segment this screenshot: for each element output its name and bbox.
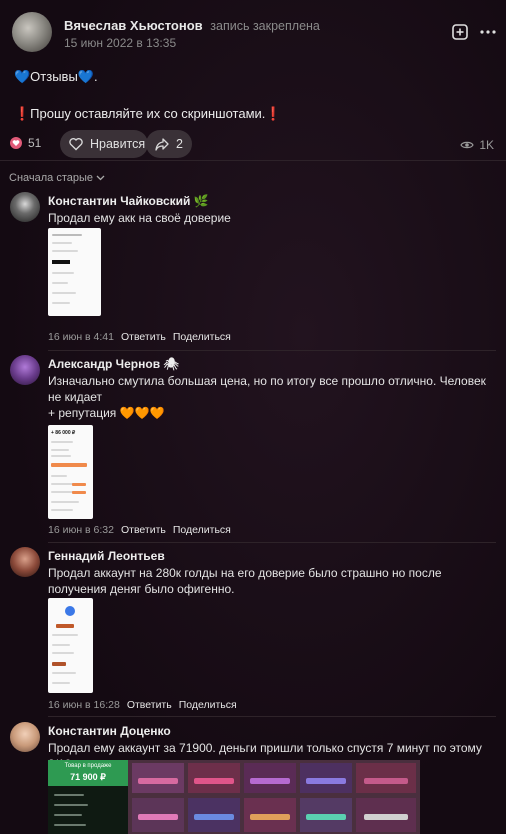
comment-meta: 16 июн в 4:41 Ответить Поделиться <box>48 331 231 343</box>
sort-label: Сначала старые <box>9 172 94 184</box>
comment-image[interactable]: + 86 000 ₽ <box>48 425 93 519</box>
heart-outline-icon <box>69 137 83 151</box>
author-avatar[interactable] <box>12 12 52 52</box>
post-header: Вячеслав Хьюстонов запись закреплена 15 … <box>12 12 496 52</box>
comment-time[interactable]: 16 июн в 16:28 <box>48 699 120 711</box>
commenter-name[interactable]: Александр Чернов 🕷 <box>48 357 179 371</box>
commenter-name[interactable]: Геннадий Леонтьев <box>48 549 165 563</box>
comment-time[interactable]: 16 июн в 6:32 <box>48 524 114 536</box>
comment-divider <box>48 542 496 543</box>
commenter-avatar[interactable] <box>10 547 40 577</box>
listing-title: Товар в продаже <box>64 763 112 769</box>
comment-image[interactable] <box>48 598 93 693</box>
views-counter: 1K <box>460 138 494 152</box>
like-button[interactable]: Нравится <box>60 130 148 158</box>
heart-icon <box>10 137 22 149</box>
share-button[interactable]: 2 <box>146 130 192 158</box>
post-text-line2: ❗Прошу оставляйте их со скриншотами.❗ <box>14 106 282 121</box>
add-square-icon[interactable] <box>450 22 470 42</box>
share-comment-button[interactable]: Поделиться <box>173 331 231 343</box>
reply-button[interactable]: Ответить <box>121 331 166 343</box>
share-icon <box>155 138 169 151</box>
views-count: 1K <box>479 138 494 152</box>
post-date[interactable]: 15 июн 2022 в 13:35 <box>64 36 176 50</box>
commenter-name[interactable]: Константин Доценко <box>48 724 171 738</box>
sort-dropdown[interactable]: Сначала старые <box>9 172 105 184</box>
post-text-line1: 💙Отзывы💙. <box>14 69 98 84</box>
comment: Геннадий Леонтьев Продал аккаунт на 280к… <box>10 547 496 711</box>
share-comment-button[interactable]: Поделиться <box>173 524 231 536</box>
comment-image-inventory[interactable] <box>128 760 420 834</box>
comment-divider <box>48 350 496 351</box>
commenter-avatar[interactable] <box>10 355 40 385</box>
reply-button[interactable]: Ответить <box>127 699 172 711</box>
comment-text-line1: Изначально смутила большая цена, но по и… <box>48 374 486 404</box>
post-actions: 51 Нравится 2 1K <box>8 130 498 160</box>
shares-count: 2 <box>176 137 183 151</box>
author-line: Вячеслав Хьюстонов запись закреплена <box>64 18 320 33</box>
comment: Константин Чайковский 🌿 Продал ему акк н… <box>10 192 496 344</box>
divider <box>0 160 506 161</box>
commenter-avatar[interactable] <box>10 192 40 222</box>
commenter-name[interactable]: Константин Чайковский 🌿 <box>48 194 209 208</box>
chevron-down-icon <box>96 175 105 181</box>
reply-button[interactable]: Ответить <box>121 524 166 536</box>
comment-image[interactable] <box>48 228 101 316</box>
like-label: Нравится <box>90 137 146 151</box>
eye-icon <box>460 141 475 149</box>
commenter-avatar[interactable] <box>10 722 40 752</box>
comment-text: Продал аккаунт на 280к голды на его дове… <box>48 566 442 596</box>
comment: Константин Доценко Продал ему аккаунт за… <box>10 722 496 834</box>
comment-meta: 16 июн в 6:32 Ответить Поделиться <box>48 524 231 536</box>
listing-price: 71 900 ₽ <box>70 772 106 782</box>
comment-divider <box>48 716 496 717</box>
more-icon[interactable] <box>478 22 498 42</box>
likes-count: 51 <box>28 136 42 150</box>
comment-image-listing[interactable]: Товар в продаже 71 900 ₽ <box>48 760 128 834</box>
comment: Александр Чернов 🕷 Изначально смутила бо… <box>10 355 496 537</box>
comment-text: Изначально смутила большая цена, но по и… <box>48 373 494 421</box>
image-balance: + 86 000 ₽ <box>51 430 76 436</box>
author-name[interactable]: Вячеслав Хьюстонов <box>64 18 203 33</box>
comment-meta: 16 июн в 16:28 Ответить Поделиться <box>48 699 237 711</box>
comment-text-line2: + репутация 🧡🧡🧡 <box>48 406 165 420</box>
comment-text: Продал ему акк на своё доверие <box>48 211 231 225</box>
comment-time[interactable]: 16 июн в 4:41 <box>48 331 114 343</box>
share-comment-button[interactable]: Поделиться <box>179 699 237 711</box>
reaction-summary[interactable]: 51 <box>10 136 41 150</box>
pinned-note: запись закреплена <box>210 19 320 33</box>
